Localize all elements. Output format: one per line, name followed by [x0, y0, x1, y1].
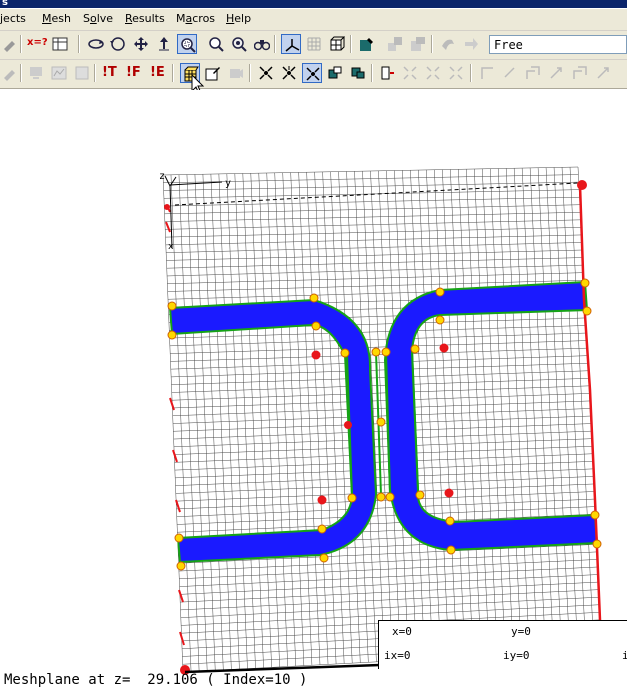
grid-line	[179, 566, 598, 587]
coord-ix: ix=0	[384, 649, 411, 662]
zoom-icon[interactable]	[206, 34, 226, 54]
toolbar-separator	[78, 35, 80, 53]
toolbar-separator	[470, 64, 472, 82]
zoom-box-icon[interactable]	[177, 34, 197, 54]
disabled-rotate-4-icon[interactable]	[546, 63, 566, 83]
x-axis-label: x	[168, 242, 174, 252]
mesh-drawing[interactable]: z y x	[0, 90, 627, 689]
grid-line	[179, 559, 598, 580]
copy-block-icon[interactable]	[348, 63, 368, 83]
coord-partial: i	[622, 649, 627, 662]
disabled-monitor-icon[interactable]	[26, 63, 46, 83]
z-axis-label: z	[159, 171, 165, 182]
grid-line	[176, 491, 595, 510]
grid-line	[174, 453, 593, 471]
table-icon[interactable]	[50, 34, 70, 54]
toolbar-separator	[371, 64, 373, 82]
menu-help[interactable]: Help	[226, 12, 251, 25]
coordinate-readout: x=0 y=0 ix=0 iy=0 i	[378, 620, 627, 669]
title-bar: s	[0, 0, 627, 8]
grid-line	[174, 445, 592, 463]
disabled-tool-4-icon[interactable]	[461, 34, 481, 54]
node-tool-3-icon[interactable]	[302, 63, 322, 83]
move-block-icon[interactable]	[325, 63, 345, 83]
menu-solve[interactable]: Solve	[83, 12, 113, 25]
grid-line	[180, 596, 600, 618]
mesh-viewport[interactable]: z y x	[0, 90, 627, 689]
split-icon[interactable]	[377, 63, 397, 83]
node-tool-1-icon[interactable]	[256, 63, 276, 83]
node-tool-2-icon[interactable]	[279, 63, 299, 83]
disabled-tool-2-icon[interactable]	[408, 34, 428, 54]
coord-y: y=0	[511, 625, 531, 638]
pan-icon[interactable]	[131, 34, 151, 54]
menu-macros[interactable]: Macros	[176, 12, 215, 25]
move-up-icon[interactable]	[154, 34, 174, 54]
disabled-rotate-3-icon[interactable]	[523, 63, 543, 83]
menu-results[interactable]: Results	[125, 12, 165, 25]
toolbar-separator	[20, 64, 22, 82]
disabled-graph-icon[interactable]	[49, 63, 69, 83]
disabled-rotate-6-icon[interactable]	[593, 63, 613, 83]
toolbar-separator	[94, 64, 96, 82]
disabled-camera-icon[interactable]	[226, 63, 246, 83]
toolbar-separator	[274, 35, 276, 53]
rotate-view-icon[interactable]	[86, 34, 106, 54]
secondary-toolbar: !T !F !E	[0, 60, 627, 89]
mesh-cube-icon[interactable]	[327, 34, 347, 54]
disabled-rotate-5-icon[interactable]	[570, 63, 590, 83]
zoom-fit-icon[interactable]	[229, 34, 249, 54]
meshplane-status: Meshplane at z= 29.106 ( Index=10 )	[4, 672, 308, 688]
grid-line	[180, 581, 599, 603]
disabled-rotate-2-icon[interactable]	[500, 63, 520, 83]
grid-line	[176, 498, 595, 517]
window-title: s	[2, 0, 8, 8]
disabled-tool-3-icon[interactable]	[438, 34, 458, 54]
menu-mesh[interactable]: Mesh	[42, 12, 71, 25]
field-button[interactable]: !E	[148, 63, 170, 83]
axes-3d-icon[interactable]	[281, 34, 301, 54]
force-button[interactable]: !F	[124, 63, 146, 83]
grid-line	[175, 476, 594, 494]
binoculars-icon[interactable]	[252, 34, 272, 54]
disabled-pencil-icon[interactable]	[0, 63, 20, 83]
temperature-button[interactable]: !T	[100, 63, 122, 83]
grid-line	[179, 574, 599, 595]
conductor-right[interactable]	[383, 280, 599, 552]
coord-x: x=0	[392, 625, 412, 638]
orbit-icon[interactable]	[108, 34, 128, 54]
disabled-node-3-icon[interactable]	[446, 63, 466, 83]
disabled-tool-1-icon[interactable]	[385, 34, 405, 54]
material-icon[interactable]	[357, 34, 377, 54]
boundary-right[interactable]	[578, 184, 602, 621]
toolbar-separator	[431, 35, 433, 53]
disabled-node-2-icon[interactable]	[423, 63, 443, 83]
main-toolbar: x=? Free	[0, 31, 627, 60]
coord-iy: iy=0	[503, 649, 530, 662]
disabled-rotate-1-icon[interactable]	[477, 63, 497, 83]
disabled-table-icon[interactable]	[72, 63, 92, 83]
disabled-node-1-icon[interactable]	[400, 63, 420, 83]
toolbar-separator	[350, 35, 352, 53]
grid-icon[interactable]	[304, 34, 324, 54]
edit-properties-icon[interactable]	[203, 63, 223, 83]
evaluate-button[interactable]: x=?	[26, 34, 48, 54]
y-axis-label: y	[225, 178, 231, 189]
menu-bar: jects Mesh Solve Results Macros Help	[0, 9, 627, 31]
grid-line	[180, 589, 600, 611]
grid-line	[175, 468, 594, 486]
edit-icon[interactable]	[0, 34, 20, 54]
toolbar-separator	[20, 35, 22, 53]
toolbar-separator	[172, 64, 174, 82]
view-mode-combo[interactable]: Free	[489, 35, 627, 54]
menu-projects[interactable]: jects	[0, 12, 26, 25]
boundary-bottom	[184, 663, 381, 674]
toolbar-separator	[249, 64, 251, 82]
grid-line	[175, 461, 593, 479]
